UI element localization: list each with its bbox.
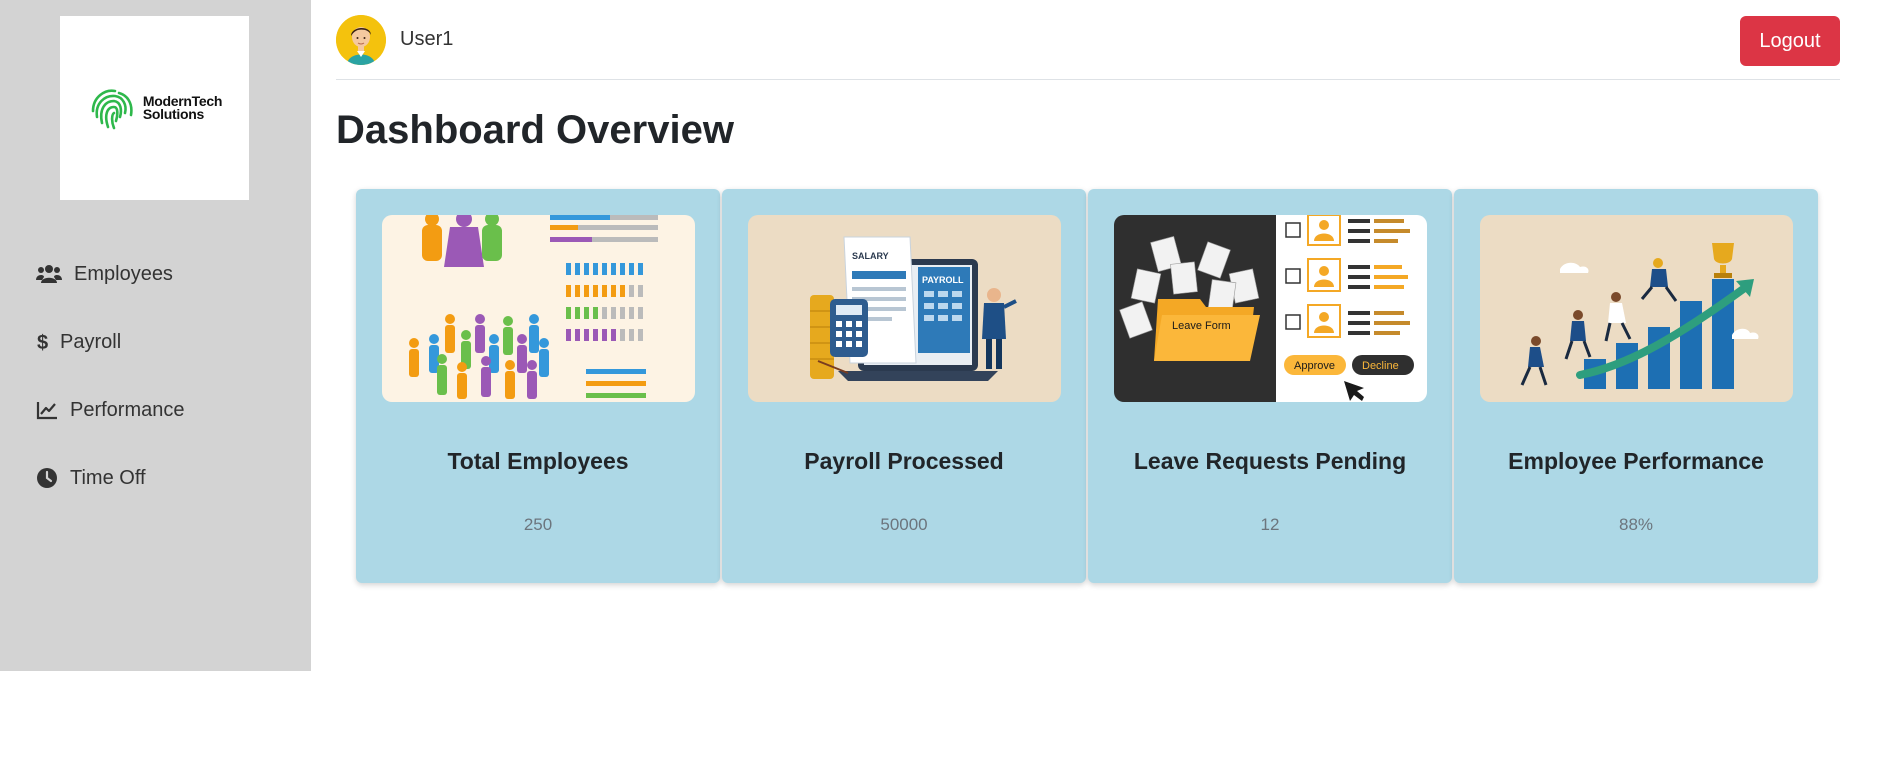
card-value: 50000	[880, 515, 928, 534]
card-title: Leave Requests Pending	[1133, 448, 1407, 474]
approve-label: Approve	[1294, 360, 1335, 372]
logo-text: ModernTech Solutions	[142, 94, 223, 122]
people-figures-icon	[422, 215, 502, 267]
performance-illustration	[1480, 215, 1793, 402]
card-value: 250	[523, 515, 553, 534]
logout-button[interactable]: Logout	[1740, 16, 1840, 66]
fingerprint-logo-icon	[91, 89, 133, 130]
sidebar-item-label: Time Off	[70, 466, 146, 489]
logo-line2: Solutions	[142, 106, 204, 122]
user-avatar-icon	[336, 14, 386, 65]
sidebar-nav: Employees $ Payroll Performance Time Off	[0, 240, 311, 512]
payroll-illustration: SALARY PAYROLL	[748, 215, 1061, 402]
dollar-icon: $	[37, 332, 48, 353]
page-title: Dashboard Overview	[336, 108, 734, 152]
employees-illustration	[382, 215, 695, 402]
sidebar-item-employees[interactable]: Employees	[0, 240, 311, 308]
sidebar-item-time-off[interactable]: Time Off	[0, 444, 311, 512]
sidebar-item-payroll[interactable]: $ Payroll	[0, 308, 311, 376]
payroll-label: PAYROLL	[922, 275, 964, 285]
card-value: 88%	[1618, 515, 1654, 534]
card-payroll-processed[interactable]: SALARY PAYROLL Payroll Processed 50000	[722, 189, 1086, 583]
card-employee-performance[interactable]: Employee Performance 88%	[1454, 189, 1818, 583]
line-chart-icon	[36, 402, 57, 420]
card-title: Employee Performance	[1508, 448, 1764, 474]
card-total-employees[interactable]: Total Employees 250	[356, 189, 720, 583]
sidebar: ModernTech Solutions Employees $ Payroll	[0, 0, 311, 671]
sidebar-item-label: Performance	[70, 398, 185, 421]
sidebar-item-label: Payroll	[60, 330, 122, 353]
leave-illustration: Leave Form Approve Decline	[1114, 215, 1427, 402]
salary-label: SALARY	[852, 251, 889, 261]
clock-icon	[37, 468, 57, 488]
card-title: Payroll Processed	[804, 448, 1004, 474]
main-content: User1 Logout Dashboard Overview Total Em…	[336, 0, 1840, 783]
card-title: Total Employees	[447, 448, 629, 474]
dashboard-cards: Total Employees 250 SALARY PAYROLL Payro…	[356, 189, 1818, 583]
card-value: 12	[1260, 515, 1280, 534]
users-icon	[36, 265, 62, 283]
avatar[interactable]	[336, 14, 386, 65]
top-bar: User1 Logout	[336, 0, 1840, 80]
sidebar-item-performance[interactable]: Performance	[0, 376, 311, 444]
company-logo[interactable]: ModernTech Solutions	[60, 16, 249, 200]
leave-form-label: Leave Form	[1172, 320, 1231, 332]
card-leave-requests[interactable]: Leave Form Approve Decline Leave Request…	[1088, 189, 1452, 583]
folder-icon: Leave Form	[1154, 299, 1260, 361]
decline-label: Decline	[1362, 360, 1399, 372]
svg-text:$: $	[37, 332, 48, 353]
sidebar-item-label: Employees	[74, 262, 173, 285]
calculator-icon	[830, 299, 868, 357]
username: User1	[400, 28, 454, 50]
